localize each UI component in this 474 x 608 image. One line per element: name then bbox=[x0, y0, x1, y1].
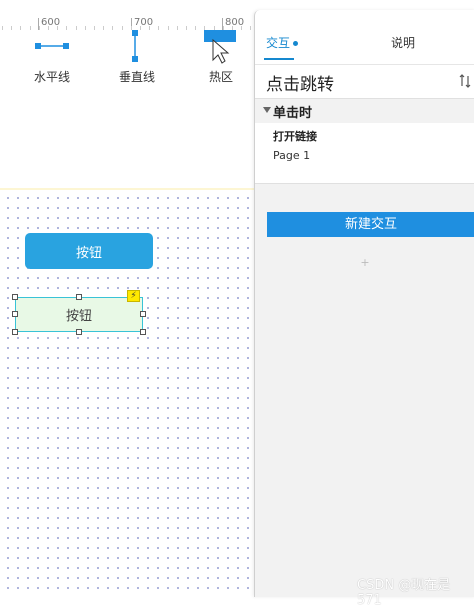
interaction-name[interactable]: 点击跳转 bbox=[266, 70, 334, 95]
primary-button-widget[interactable]: 按钮 bbox=[25, 233, 153, 269]
resize-handle-nw[interactable] bbox=[12, 294, 18, 300]
collapse-caret-icon[interactable] bbox=[263, 107, 271, 113]
canvas-area[interactable]: 600 700 800 水平线 垂直线 热区 按钮 按钮 ⚡ bbox=[0, 0, 254, 597]
resize-handle-e[interactable] bbox=[140, 311, 146, 317]
hotspot-icon bbox=[204, 30, 236, 64]
interaction-panel: 交互 说明 点击跳转 单击时 打开链接 Page 1 + 新建交互 bbox=[254, 10, 474, 597]
resize-handle-sw[interactable] bbox=[12, 329, 18, 335]
event-section: 单击时 打开链接 Page 1 + bbox=[255, 98, 474, 271]
widget-vertical-line[interactable]: 垂直线 bbox=[107, 30, 167, 84]
watermark: CSDN @现在是571 bbox=[357, 578, 451, 608]
horizontal-ruler: 600 700 800 bbox=[0, 0, 254, 31]
active-dot-icon bbox=[293, 41, 299, 46]
interaction-title-row: 点击跳转 bbox=[255, 64, 474, 99]
action-target[interactable]: Page 1 bbox=[273, 149, 310, 162]
widget-horizontal-line[interactable]: 水平线 bbox=[22, 30, 82, 84]
widget-hotspot[interactable]: 热区 bbox=[191, 30, 251, 84]
event-header[interactable]: 单击时 bbox=[255, 99, 474, 123]
add-action-button[interactable]: + bbox=[255, 255, 474, 271]
resize-handle-s[interactable] bbox=[76, 329, 82, 335]
panel-tabs: 交互 说明 bbox=[255, 10, 474, 64]
resize-handle-se[interactable] bbox=[140, 329, 146, 335]
new-interaction-button[interactable]: 新建交互 bbox=[267, 212, 474, 237]
tab-label: 交互 bbox=[266, 36, 291, 50]
active-tab-indicator bbox=[264, 58, 294, 60]
widget-library: 水平线 垂直线 热区 bbox=[0, 30, 254, 188]
interaction-lightning-icon[interactable]: ⚡ bbox=[127, 290, 140, 302]
tab-notes[interactable]: 说明 bbox=[391, 34, 415, 51]
sort-arrows-icon[interactable] bbox=[459, 74, 471, 88]
horizontal-line-icon bbox=[35, 43, 69, 49]
tab-interaction[interactable]: 交互 bbox=[266, 34, 299, 51]
ruler-label-700: 700 bbox=[134, 17, 154, 28]
widget-label: 水平线 bbox=[33, 70, 70, 84]
resize-handle-n[interactable] bbox=[76, 294, 82, 300]
event-label: 单击时 bbox=[273, 106, 313, 121]
selected-button-widget[interactable]: 按钮 bbox=[15, 297, 143, 332]
widget-label: 垂直线 bbox=[118, 70, 155, 84]
action-label[interactable]: 打开链接 bbox=[273, 128, 317, 144]
resize-handle-w[interactable] bbox=[12, 311, 18, 317]
vertical-line-icon bbox=[132, 30, 138, 62]
widget-label: 热区 bbox=[208, 70, 233, 84]
